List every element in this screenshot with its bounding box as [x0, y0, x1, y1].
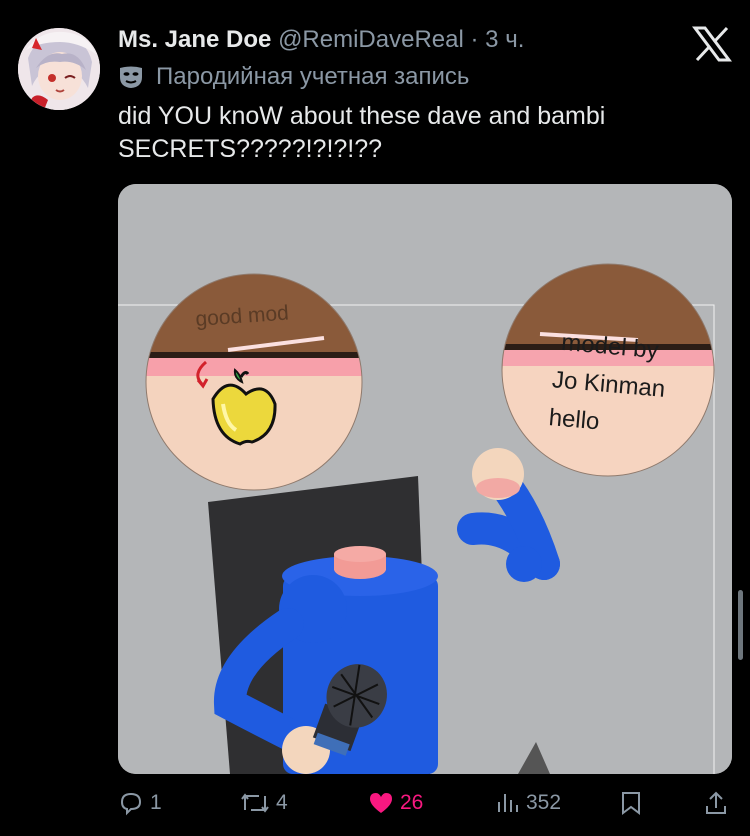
share-icon — [706, 791, 726, 814]
mask-icon — [120, 66, 142, 88]
reply-count: 1 — [150, 791, 162, 814]
repost-icon — [241, 793, 269, 813]
scrollbar[interactable] — [738, 590, 743, 660]
repost-button[interactable]: 4 — [240, 790, 288, 816]
heart-icon — [370, 793, 392, 813]
tweet-text: did YOU knoW about these dave and bambi … — [118, 102, 606, 163]
media-scene: good mod model by Jo Kinman hello — [118, 184, 732, 774]
like-count: 26 — [400, 791, 424, 814]
reply-button[interactable]: 1 — [118, 790, 162, 816]
repost-count: 4 — [276, 791, 288, 814]
like-button[interactable]: 26 — [368, 790, 423, 816]
display-name[interactable]: Ms. Jane Doe — [118, 26, 271, 53]
user-handle[interactable]: @RemiDaveReal — [278, 26, 464, 53]
views-button[interactable]: 352 — [496, 790, 561, 816]
tweet-media[interactable]: good mod model by Jo Kinman hello — [118, 184, 732, 774]
action-bar: 1 4 26 352 — [0, 790, 750, 826]
parody-label: Пародийная учетная запись — [156, 63, 470, 90]
bookmark-icon — [622, 792, 640, 815]
bookmark-button[interactable] — [620, 790, 648, 816]
right-circle-line-3: hello — [548, 404, 601, 435]
views-count: 352 — [526, 791, 562, 814]
timestamp[interactable]: 3 ч. — [485, 26, 524, 53]
avatar[interactable] — [18, 28, 100, 110]
x-logo-icon — [692, 26, 732, 62]
views-icon — [498, 794, 518, 812]
separator-dot: · — [470, 26, 479, 53]
reply-icon — [120, 792, 142, 816]
share-button[interactable] — [704, 790, 734, 816]
